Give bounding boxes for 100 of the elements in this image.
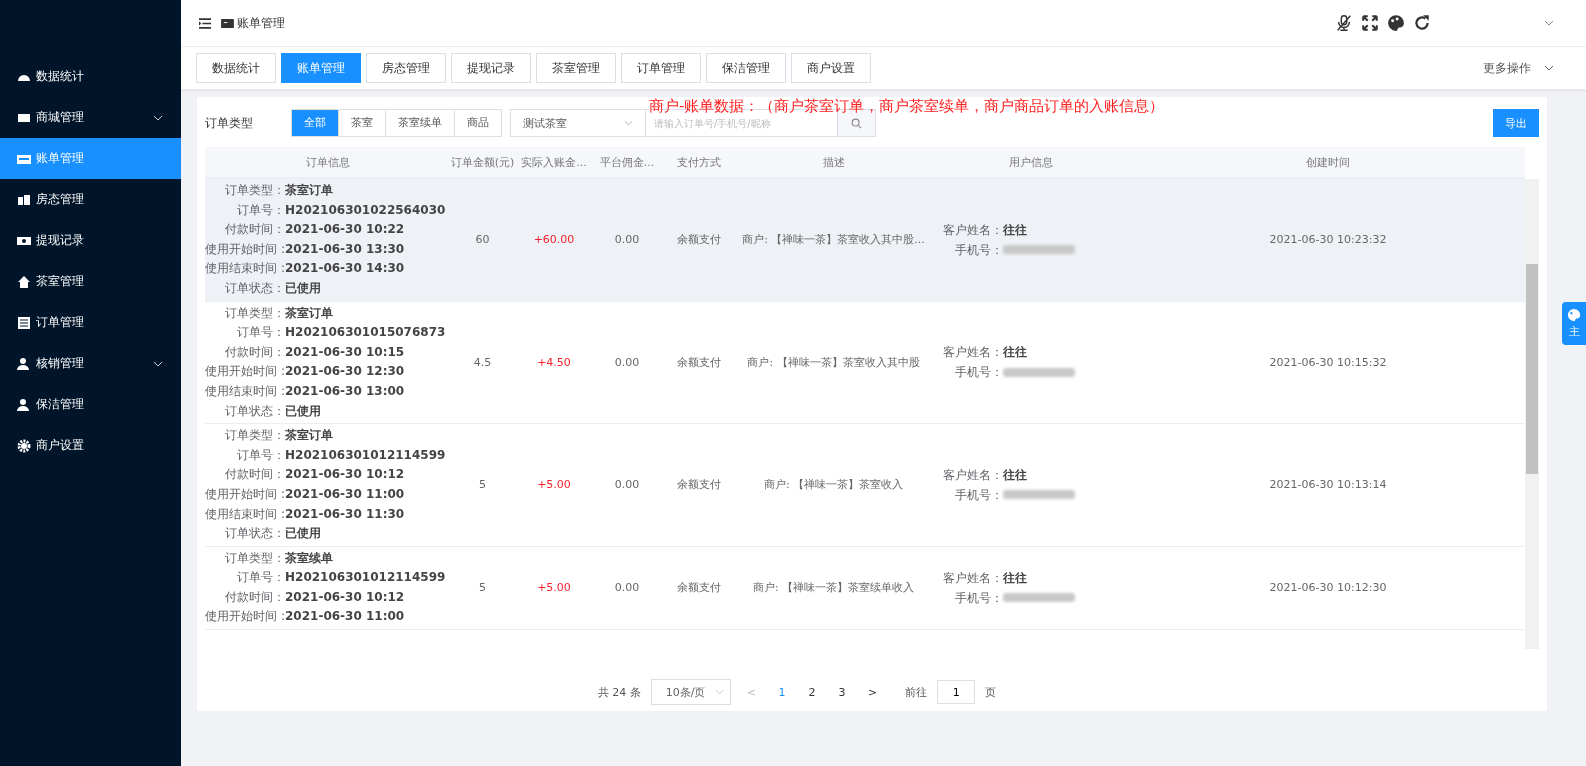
more-actions-menu[interactable]: 更多操作 <box>1483 59 1531 77</box>
sidebar-item[interactable]: 房态管理 <box>0 179 181 220</box>
sidebar-item[interactable]: 订单管理 <box>0 302 181 343</box>
scrollbar[interactable] <box>1525 179 1539 649</box>
settings-icon <box>17 438 31 453</box>
column-header: 实际入账金... <box>520 154 588 170</box>
field-value: 茶室订单 <box>285 182 334 199</box>
field-label: 客户姓名： <box>942 344 1003 362</box>
table-cell-text: 余额支付 <box>675 580 722 596</box>
field-value: 2021-06-30 10:12 <box>285 466 406 484</box>
sidebar-item[interactable]: 核销管理 <box>0 343 181 384</box>
field-label: 客户姓名： <box>942 569 1003 587</box>
page-tab[interactable]: 茶室管理 <box>536 53 616 83</box>
chevron-down-icon <box>1544 65 1554 71</box>
table-cell-text: +5.00 <box>536 478 572 492</box>
total-count: 共 24 条 <box>597 684 641 700</box>
table-row[interactable]: 订单类型：茶室订单 订单号：H202106301022564030 付款时间：2021-06-30 10:22 使用开始时间 :2021-06-30 13:30 使用结束时间 :2021-06-30 14:30 订单状态：已使用 60 +60.00 0.00 余额支付 商户: 【禅味一茶】茶室收入其中股... 客户姓名：往往 手机号： 2021-06-30 10:23:32 <box>205 179 1525 302</box>
palette-icon[interactable] <box>1387 14 1405 32</box>
sidebar-item[interactable]: 商城管理 <box>0 97 181 138</box>
page-tab[interactable]: 数据统计 <box>196 53 276 83</box>
field-value: 2021-06-30 10:22 <box>285 221 406 239</box>
field-value: 2021-06-30 11:30 <box>285 505 406 523</box>
chevron-down-icon <box>714 689 724 695</box>
table-cell-text: 商户: 【禅味一茶】茶室收入其中股... <box>741 232 926 248</box>
field-value: H202106301012114599 <box>285 569 447 587</box>
field-label: 订单号： <box>236 324 285 342</box>
field-label: 使用结束时间 : <box>205 382 285 400</box>
user-icon <box>17 356 31 371</box>
column-header: 支付方式 <box>675 154 722 170</box>
field-label: 手机号： <box>954 486 1003 504</box>
next-page-button[interactable]: > <box>862 684 884 700</box>
table-cell-text: 商户: 【禅味一茶】茶室收入 <box>762 477 905 493</box>
fullscreen-icon[interactable] <box>1361 14 1379 32</box>
building-icon <box>17 192 31 207</box>
list-icon <box>17 315 31 330</box>
chevron-down-icon[interactable] <box>1544 20 1554 26</box>
room-select[interactable]: 测试茶室 <box>510 109 646 137</box>
page-number[interactable]: 2 <box>802 684 822 700</box>
table-cell-text: 余额支付 <box>675 477 722 493</box>
field-value: 2021-06-30 10:12 <box>285 588 406 606</box>
table-cell-text: 2021-06-30 10:15:32 <box>1268 355 1388 369</box>
sidebar-item[interactable]: 保洁管理 <box>0 384 181 425</box>
column-header: 用户信息 <box>1008 154 1054 170</box>
page-tab[interactable]: 商户设置 <box>791 53 871 83</box>
field-value: H202106301022564030 <box>285 201 447 219</box>
page-tab[interactable]: 房态管理 <box>366 53 446 83</box>
field-label: 付款时间： <box>224 221 285 239</box>
table-cell-text: 0.00 <box>613 478 641 492</box>
field-value: 2021-06-30 12:30 <box>285 363 406 381</box>
table-cell-text: 商户: 【禅味一茶】茶室收入其中股 <box>746 354 921 370</box>
field-label: 订单状态： <box>224 525 285 543</box>
field-label: 付款时间： <box>224 343 285 361</box>
filter-label: 订单类型 <box>205 114 253 132</box>
field-label: 使用开始时间 : <box>205 240 285 258</box>
field-value: H202106301012114599 <box>285 446 447 464</box>
field-label: 订单类型： <box>224 549 285 567</box>
column-header: 订单金额(元) <box>450 154 515 170</box>
field-label: 订单号： <box>236 569 285 587</box>
sidebar-item[interactable]: 数据统计 <box>0 56 181 97</box>
microphone-off-icon[interactable] <box>1335 14 1353 32</box>
sidebar-item[interactable]: 茶室管理 <box>0 261 181 302</box>
field-value: 已使用 <box>285 279 322 297</box>
refresh-icon[interactable] <box>1413 14 1431 32</box>
menu-icon[interactable] <box>199 17 211 29</box>
table-cell-text: 5 <box>478 478 487 492</box>
field-value: 2021-06-30 13:00 <box>285 382 406 400</box>
field-label: 手机号： <box>954 589 1003 607</box>
table-cell-text: 0.00 <box>613 355 641 369</box>
column-header: 订单信息 <box>304 154 351 170</box>
field-value: 往往 <box>1003 344 1028 362</box>
sidebar-item[interactable]: 提现记录 <box>0 220 181 261</box>
field-value: 往往 <box>1003 466 1028 484</box>
page-tab[interactable]: 保洁管理 <box>706 53 786 83</box>
field-value: 已使用 <box>285 525 322 543</box>
goto-label: 前往 <box>905 684 928 700</box>
table-cell-text: 余额支付 <box>675 354 722 370</box>
page-tab[interactable]: 提现记录 <box>451 53 531 83</box>
field-value: 2021-06-30 14:30 <box>285 260 406 278</box>
page-input[interactable]: 1 <box>937 680 976 704</box>
redacted-phone <box>1003 367 1075 377</box>
page-suffix: 页 <box>985 684 997 700</box>
field-value: 往往 <box>1003 569 1028 587</box>
table-cell-text: 余额支付 <box>675 232 722 248</box>
house-icon <box>17 274 31 289</box>
redacted-phone <box>1003 490 1075 500</box>
field-value: 茶室订单 <box>285 427 334 445</box>
field-label: 订单类型： <box>224 304 285 322</box>
field-label: 使用开始时间 : <box>205 485 285 503</box>
page-size-select[interactable]: 10条/页 <box>650 679 731 705</box>
breadcrumb[interactable]: 账单管理 <box>237 14 285 32</box>
table-cell-text: +60.00 <box>532 233 576 247</box>
sidebar-item[interactable]: 商户设置 <box>0 425 181 466</box>
field-label: 订单号： <box>236 446 285 464</box>
field-value: 2021-06-30 11:00 <box>285 485 406 503</box>
field-label: 订单类型： <box>224 182 285 199</box>
field-value: 往往 <box>1003 221 1028 239</box>
table-cell-text: 5 <box>478 581 487 595</box>
page-tab[interactable]: 订单管理 <box>621 53 701 83</box>
field-label: 使用结束时间 : <box>205 260 285 278</box>
page-number[interactable]: 3 <box>832 684 852 700</box>
